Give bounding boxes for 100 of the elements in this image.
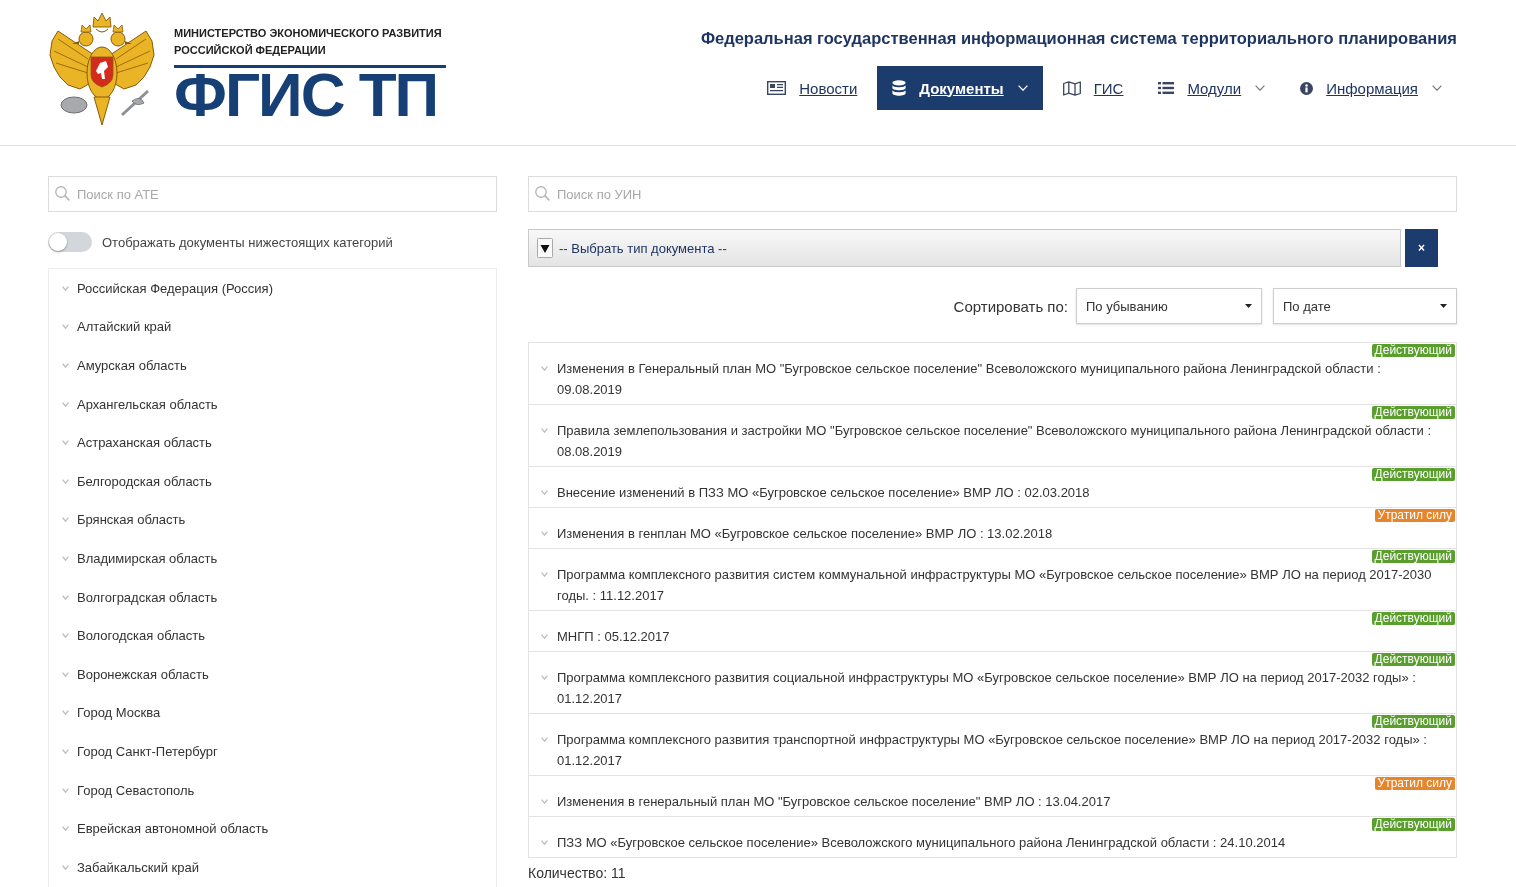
chevron-down-icon xyxy=(541,366,548,371)
chevron-down-icon xyxy=(541,531,548,536)
document-title: Правила землепользования и застройки МО "Бугровское сельское поселение" Всеволожского муниципального района Ленинградской области : 08.08.2019 xyxy=(557,422,1433,461)
region-item[interactable]: Город Санкт-Петербург xyxy=(49,732,496,771)
document-item[interactable]: Внесение изменений в ПЗЗ МО «Бугровское сельское поселение» ВМР ЛО : 02.03.2018 Действующий xyxy=(528,466,1457,508)
chevron-down-icon xyxy=(62,363,69,368)
clear-button[interactable]: × xyxy=(1405,229,1438,267)
chevron-down-icon xyxy=(541,572,548,577)
region-item[interactable]: Брянская область xyxy=(49,500,496,540)
document-title: Программа комплексного развития социальной инфраструктуры МО «Бугровское сельское поселение» ВМР ЛО на период 2017-2032 годы» : 01.12.2017 xyxy=(557,669,1417,708)
database-icon xyxy=(892,80,907,96)
region-item[interactable]: Владимирская область xyxy=(49,539,496,578)
document-item[interactable]: Правила землепользования и застройки МО "Бугровское сельское поселение" Всеволожского муниципального района Ленинградской области : 08.08.2019 Действующий xyxy=(528,404,1457,467)
status-badge: Действующий xyxy=(1371,550,1455,563)
chevron-down-icon xyxy=(62,594,69,600)
region-item[interactable]: Алтайский край xyxy=(49,307,496,347)
chevron-down-icon xyxy=(541,428,548,433)
caret-icon xyxy=(1440,304,1447,308)
region-item[interactable]: Архангельская область xyxy=(49,384,496,424)
chevron-down-icon xyxy=(62,478,69,484)
document-item[interactable]: МНГП : 05.12.2017 Действующий xyxy=(528,610,1457,652)
chevron-down-icon xyxy=(541,799,548,804)
document-title: ПЗЗ МО «Бугровское сельское поселение» Всеволожского муниципального района Ленинградской области : 24.10.2014 xyxy=(557,834,1286,852)
sort-select[interactable]: По дате xyxy=(1273,288,1457,324)
search-field[interactable]: Поиск по УИН xyxy=(528,176,1457,212)
chevron-down-icon xyxy=(541,490,548,495)
search-field[interactable]: Поиск по АТЕ xyxy=(48,176,497,212)
document-item[interactable]: Изменения в генеральный план МО "Бугровское сельское поселение" ВМР ЛО : 13.04.2017 Утратил силу xyxy=(528,775,1457,817)
region-item[interactable]: Волгоградская область xyxy=(49,577,496,617)
logo-wordmark: ФГИС ТП xyxy=(174,69,439,121)
status-badge: Действующий xyxy=(1371,612,1455,625)
chevron-down-icon xyxy=(62,864,69,870)
ministry-name: МИНИСТЕРСТВО ЭКОНОМИЧЕСКОГО РАЗВИТИЯ РОССИЙСКОЙ ФЕДЕРАЦИИ xyxy=(174,26,443,58)
document-item[interactable]: Программа комплексного развития транспортной инфраструктуры МО «Бугровское сельское поселение» ВМР ЛО на период 2017-2032 годы» : 01.12.2017 Действующий xyxy=(528,713,1457,776)
caret-icon xyxy=(1245,304,1252,308)
search-icon xyxy=(535,186,550,201)
region-item[interactable]: Вологодская область xyxy=(49,616,496,655)
toggle-label: Отображать документы нижестоящих категорий xyxy=(102,234,393,250)
chevron-down-icon xyxy=(62,633,69,639)
nav-link[interactable]: ГИС xyxy=(1047,66,1139,110)
document-title: Программа комплексного развития транспортной инфраструктуры МО «Бугровское сельское поселение» ВМР ЛО на период 2017-2032 годы» : 01.12.2017 xyxy=(557,731,1428,770)
document-count: Количество: 11 xyxy=(528,864,627,882)
status-badge: Утратил силу xyxy=(1374,777,1455,790)
status-badge: Действующий xyxy=(1371,653,1455,666)
chevron-down-icon xyxy=(541,634,548,639)
document-title: МНГП : 05.12.2017 xyxy=(557,628,670,646)
region-item[interactable]: Город Москва xyxy=(49,693,496,733)
sort-select[interactable]: По убыванию xyxy=(1076,288,1262,324)
region-item[interactable]: Город Севастополь xyxy=(49,770,496,810)
document-item[interactable]: ПЗЗ МО «Бугровское сельское поселение» Всеволожского муниципального района Ленинградской области : 24.10.2014 Действующий xyxy=(528,816,1457,858)
chevron-down-icon xyxy=(62,440,69,446)
status-badge: Действующий xyxy=(1371,406,1455,419)
chevron-down-icon xyxy=(62,517,69,523)
document-title: Изменения в Генеральный план МО "Бугровское сельское поселение" Всеволожского муниципального района Ленинградской области : 09.08.2019 xyxy=(557,360,1382,399)
newspaper-icon xyxy=(767,81,787,95)
chevron-down-icon xyxy=(62,285,69,291)
document-item[interactable]: Программа комплексного развития систем коммунальной инфраструктуры МО «Бугровское сельское поселение» ВМР ЛО на период 2017-2030 годы. : 11.12.2017 Действующий xyxy=(528,548,1457,611)
nav-link[interactable]: Модули xyxy=(1143,66,1281,110)
region-item[interactable]: Астраханская область xyxy=(49,423,496,462)
status-badge: Утратил силу xyxy=(1374,509,1455,522)
list-icon xyxy=(1158,82,1175,94)
map-icon xyxy=(1062,80,1081,96)
region-item[interactable]: Белгородская область xyxy=(49,461,496,501)
eagle-emblem-icon xyxy=(48,11,156,128)
chevron-down-icon xyxy=(62,826,69,832)
sort-label: Сортировать по: xyxy=(953,297,1068,315)
chevron-down-icon xyxy=(541,675,548,680)
chevron-down-icon xyxy=(541,840,548,845)
document-type-select[interactable]: -- Выбрать тип документа -- xyxy=(528,229,1401,267)
chevron-down-icon xyxy=(62,787,69,793)
status-badge: Действующий xyxy=(1371,715,1455,728)
status-badge: Действующий xyxy=(1371,818,1455,831)
status-badge: Действующий xyxy=(1371,468,1455,481)
region-item[interactable]: Забайкальский край xyxy=(49,847,496,887)
document-title: Программа комплексного развития систем коммунальной инфраструктуры МО «Бугровское сельское поселение» ВМР ЛО на период 2017-2030 годы. : 11.12.2017 xyxy=(557,566,1433,605)
document-title: Изменения в генплан МО «Бугровское сельское поселение» ВМР ЛО : 13.02.2018 xyxy=(557,525,1053,543)
document-title: Изменения в генеральный план МО "Бугровское сельское поселение" ВМР ЛО : 13.04.2017 xyxy=(557,793,1111,811)
nav-link[interactable]: Информация xyxy=(1285,66,1457,110)
toggle-switch[interactable] xyxy=(48,232,92,252)
chevron-down-icon xyxy=(62,671,69,677)
document-item[interactable]: Программа комплексного развития социальной инфраструктуры МО «Бугровское сельское поселение» ВМР ЛО на период 2017-2032 годы» : 01.12.2017 Действующий xyxy=(528,651,1457,714)
chevron-down-icon xyxy=(62,748,69,754)
search-icon xyxy=(55,186,70,201)
chevron-down-icon xyxy=(541,737,548,742)
region-item[interactable]: Еврейская автономной область xyxy=(49,809,496,848)
region-item[interactable]: Воронежская область xyxy=(49,654,496,694)
region-item[interactable]: Российская Федерация (Россия) xyxy=(49,269,496,308)
document-item[interactable]: Изменения в генплан МО «Бугровское сельское поселение» ВМР ЛО : 13.02.2018 Утратил силу xyxy=(528,507,1457,549)
caret-icon xyxy=(537,238,553,258)
status-badge: Действующий xyxy=(1371,344,1455,357)
system-title: Федеральная государственная информационная система территориального планирования xyxy=(700,28,1457,49)
nav-link[interactable]: Новости xyxy=(752,66,873,110)
document-item[interactable]: Изменения в Генеральный план МО "Бугровское сельское поселение" Всеволожского муниципального района Ленинградской области : 09.08.2019 Действующий xyxy=(528,342,1457,405)
chevron-down-icon xyxy=(62,401,69,407)
region-item[interactable]: Амурская область xyxy=(49,346,496,385)
info-icon xyxy=(1300,81,1314,95)
chevron-down-icon xyxy=(62,324,69,330)
nav-link[interactable]: Документы xyxy=(877,66,1043,110)
chevron-down-icon xyxy=(62,710,69,716)
document-title: Внесение изменений в ПЗЗ МО «Бугровское сельское поселение» ВМР ЛО : 02.03.2018 xyxy=(557,484,1090,502)
